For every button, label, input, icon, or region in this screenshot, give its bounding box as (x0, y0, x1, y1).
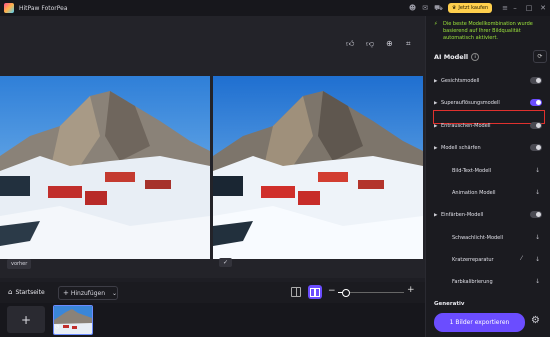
download-icon[interactable]: ↓ (535, 234, 540, 241)
maximize-icon[interactable]: □ (522, 4, 536, 12)
model-row-denoise[interactable]: ▶ Entrauschen-Modell (434, 121, 544, 131)
discord-icon[interactable]: ☻ (409, 4, 416, 12)
app-logo (4, 3, 14, 13)
add-button[interactable]: + Hinzufügen ⌄ (58, 286, 118, 300)
close-icon[interactable]: ✕ (536, 4, 550, 12)
caret-right-icon[interactable]: ▶ (434, 79, 441, 84)
lightning-icon: ⚡︎ (434, 21, 438, 27)
buy-now-button[interactable]: ♛ Jetzt kaufen (447, 3, 493, 13)
add-label: Hinzufügen (70, 289, 106, 297)
before-image[interactable] (0, 76, 210, 259)
caret-right-icon[interactable]: ▶ (434, 124, 441, 129)
zoom-out-button[interactable]: − (328, 286, 336, 296)
model-row-image-text[interactable]: Bild-Text-Modell ↓ (434, 166, 544, 176)
toggle-switch[interactable] (530, 99, 542, 106)
model-label: Bild-Text-Modell (452, 168, 492, 174)
before-label: vorher (7, 259, 32, 269)
thumbnail-strip: + ◷ (0, 303, 425, 337)
home-label: Startseite (15, 288, 45, 296)
toggle-switch[interactable] (530, 144, 542, 151)
model-label: Superauflösungsmodell (441, 100, 500, 106)
preview-canvas: 👍︎ 👎︎ ⊕ ⌗ (0, 16, 425, 278)
caret-right-icon[interactable]: ▶ (434, 146, 441, 151)
model-label: Entrauschen-Modell (441, 123, 491, 129)
model-row-colorize[interactable]: ▶ Einfärben-Modell (434, 210, 544, 220)
home-button[interactable]: ⌂ Startseite (8, 288, 45, 296)
thumbs-down-icon[interactable]: 👎︎ (366, 39, 374, 49)
plus-icon: + (63, 289, 69, 297)
ai-model-title: AI Modell (434, 53, 469, 61)
right-panel: ⚡︎ Die beste Modellkombination wurde bas… (425, 16, 550, 337)
model-row-animation[interactable]: Animation Modell ↓ (434, 188, 544, 198)
caret-right-icon[interactable]: ▶ (434, 101, 441, 106)
home-icon: ⌂ (8, 288, 13, 296)
model-label: Animation Modell (452, 190, 496, 196)
chevron-down-icon[interactable]: ⌄ (112, 290, 117, 297)
app-title: HitPaw FotorPea (19, 4, 68, 12)
model-row-superresolution[interactable]: ▶ Superauflösungsmodell (434, 98, 544, 108)
crown-icon: ♛ (451, 5, 457, 11)
crop-icon[interactable]: ⌗ (406, 39, 411, 49)
model-label: Farbkalibrierung (452, 279, 493, 285)
mail-icon[interactable]: ✉ (422, 4, 428, 12)
caret-right-icon[interactable]: ▶ (434, 213, 441, 218)
download-icon[interactable]: ↓ (535, 256, 540, 263)
zoom-in-icon[interactable]: ⊕ (386, 39, 393, 48)
banner-text: Die beste Modellkombination wurde basier… (443, 21, 533, 41)
model-label: Kratzerreparatur (452, 257, 494, 263)
toggle-switch[interactable] (530, 211, 542, 218)
split-view-icon[interactable] (291, 287, 301, 297)
cart-icon[interactable]: ⛟ (434, 4, 443, 13)
zoom-in-button[interactable]: + (407, 285, 415, 295)
magic-wand-icon[interactable]: ⁄ (521, 255, 522, 262)
export-button[interactable]: 1 Bilder exportieren (434, 313, 525, 332)
zoom-slider-handle[interactable] (342, 289, 350, 297)
bottom-toolbar: ⌂ Startseite + Hinzufügen ⌄ − + (0, 282, 425, 303)
ai-model-heading: AI Modell i (434, 53, 480, 61)
buy-now-label: Jetzt kaufen (458, 5, 489, 11)
side-by-side-view-icon[interactable] (308, 285, 322, 299)
download-icon[interactable]: ↓ (535, 189, 540, 196)
model-row-color-calibration[interactable]: Farbkalibrierung ↓ (434, 277, 544, 287)
minimize-icon[interactable]: – (508, 4, 522, 12)
info-icon[interactable]: i (471, 53, 480, 61)
info-banner: ⚡︎ Die beste Modellkombination wurde bas… (434, 21, 546, 42)
clock-icon: ◷ (55, 324, 60, 330)
settings-gear-icon[interactable]: ⚙ (531, 315, 540, 326)
model-row-lowlight[interactable]: Schwachlicht-Modell ↓ (434, 233, 544, 243)
toggle-switch[interactable] (530, 77, 542, 84)
image-thumbnail[interactable] (53, 305, 93, 335)
model-row-face[interactable]: ▶ Gesichtsmodell (434, 76, 544, 86)
download-icon[interactable]: ↓ (535, 167, 540, 174)
model-label: Einfärben-Modell (441, 212, 484, 218)
model-row-scratch-repair[interactable]: Kratzerreparatur ⁄ ↓ (434, 255, 544, 265)
toggle-switch[interactable] (530, 122, 542, 129)
title-bar: HitPaw FotorPea ☻ ✉ ⛟ ♛ Jetzt kaufen ≡ –… (0, 0, 550, 16)
after-check-icon: ✓ (219, 258, 233, 267)
model-row-sharpen[interactable]: ▶ Modell schärfen (434, 143, 544, 153)
download-icon[interactable]: ↓ (535, 278, 540, 285)
model-label: Schwachlicht-Modell (452, 235, 504, 241)
model-label: Gesichtsmodell (441, 78, 480, 84)
after-image[interactable] (213, 76, 423, 259)
thumbs-up-icon[interactable]: 👍︎ (346, 39, 354, 49)
add-image-tile[interactable]: + (7, 306, 45, 333)
model-label: Modell schärfen (441, 145, 481, 151)
refresh-button[interactable]: ⟳ (533, 50, 547, 63)
generative-heading: Generativ (434, 301, 465, 307)
titlebar-actions: ☻ ✉ ⛟ ♛ Jetzt kaufen ≡ – □ ✕ (403, 0, 550, 16)
